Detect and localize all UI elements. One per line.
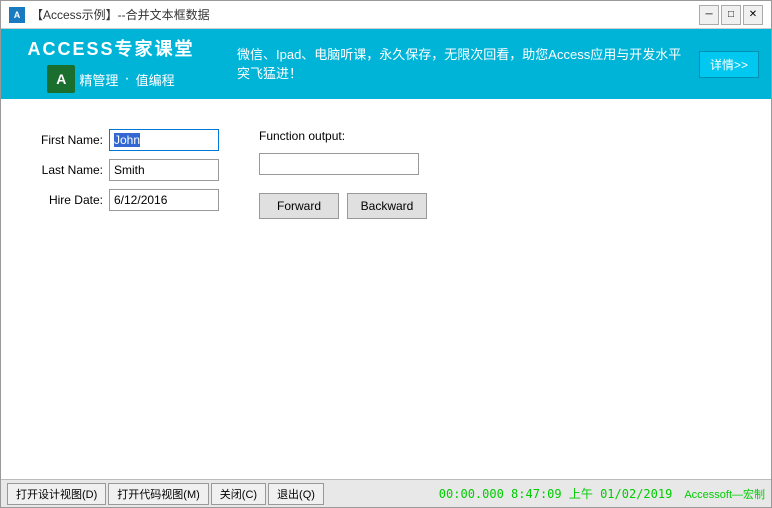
logo-icon-letter: A (56, 71, 66, 87)
backward-button[interactable]: Backward (347, 193, 427, 219)
logo-dot1: · (124, 70, 129, 88)
last-name-input[interactable] (109, 159, 219, 181)
logo-icon-box: A (47, 65, 75, 93)
logo-title: ACCESS专家课堂 (27, 35, 194, 61)
app-icon: A (9, 7, 25, 23)
status-time: 00:00.000 8:47:09 上午 01/02/2019 (439, 485, 673, 502)
logo-subtitle: A 精管理 · 值编程 (47, 65, 174, 93)
status-bar: 打开设计视图(D) 打开代码视图(M) 关闭(C) 退出(Q) 00:00.00… (1, 479, 771, 507)
title-bar-controls: ─ □ ✕ (699, 5, 763, 25)
forward-button[interactable]: Forward (259, 193, 339, 219)
header-banner: ACCESS专家课堂 A 精管理 · 值编程 微信、Ipad、电脑听课，永久保存… (1, 29, 771, 99)
header-logo: ACCESS专家课堂 A 精管理 · 值编程 (1, 29, 221, 99)
function-output-input[interactable] (259, 153, 419, 175)
exit-button[interactable]: 退出(Q) (268, 483, 324, 505)
close-form-button[interactable]: 关闭(C) (211, 483, 266, 505)
hire-date-label: Hire Date: (31, 193, 103, 207)
title-bar: A 【Access示例】--合并文本框数据 ─ □ ✕ (1, 1, 771, 29)
form-right: Function output: Forward Backward (259, 129, 427, 219)
last-name-row: Last Name: (31, 159, 219, 181)
header-ad-text: 微信、Ipad、电脑听课，永久保存，无限次回看，助您Access应用与开发水平突… (221, 45, 699, 84)
status-brand: Accessoft—宏制 (684, 486, 765, 502)
first-name-label: First Name: (31, 133, 103, 147)
form-left: First Name: Last Name: Hire Date: (31, 129, 219, 211)
last-name-label: Last Name: (31, 163, 103, 177)
maximize-button[interactable]: □ (721, 5, 741, 25)
design-view-button[interactable]: 打开设计视图(D) (7, 483, 106, 505)
minimize-button[interactable]: ─ (699, 5, 719, 25)
button-row: Forward Backward (259, 193, 427, 219)
close-button[interactable]: ✕ (743, 5, 763, 25)
code-view-button[interactable]: 打开代码视图(M) (108, 483, 209, 505)
hire-date-input[interactable] (109, 189, 219, 211)
form-section: First Name: Last Name: Hire Date: Functi… (31, 129, 741, 219)
first-name-input[interactable] (109, 129, 219, 151)
status-right: 00:00.000 8:47:09 上午 01/02/2019 Accessof… (439, 485, 765, 502)
app-icon-letter: A (14, 10, 21, 20)
window-body: First Name: Last Name: Hire Date: Functi… (1, 99, 771, 507)
window-title: 【Access示例】--合并文本框数据 (31, 6, 210, 23)
status-left: 打开设计视图(D) 打开代码视图(M) 关闭(C) 退出(Q) (7, 483, 324, 505)
detail-button[interactable]: 详情>> (699, 51, 759, 78)
function-output-label: Function output: (259, 129, 427, 143)
title-bar-left: A 【Access示例】--合并文本框数据 (9, 6, 210, 23)
main-window: A 【Access示例】--合并文本框数据 ─ □ ✕ ACCESS专家课堂 A… (0, 0, 772, 508)
logo-sub-text1: 精管理 (79, 70, 118, 89)
first-name-row: First Name: (31, 129, 219, 151)
logo-sub-text2: 值编程 (136, 70, 175, 89)
hire-date-row: Hire Date: (31, 189, 219, 211)
